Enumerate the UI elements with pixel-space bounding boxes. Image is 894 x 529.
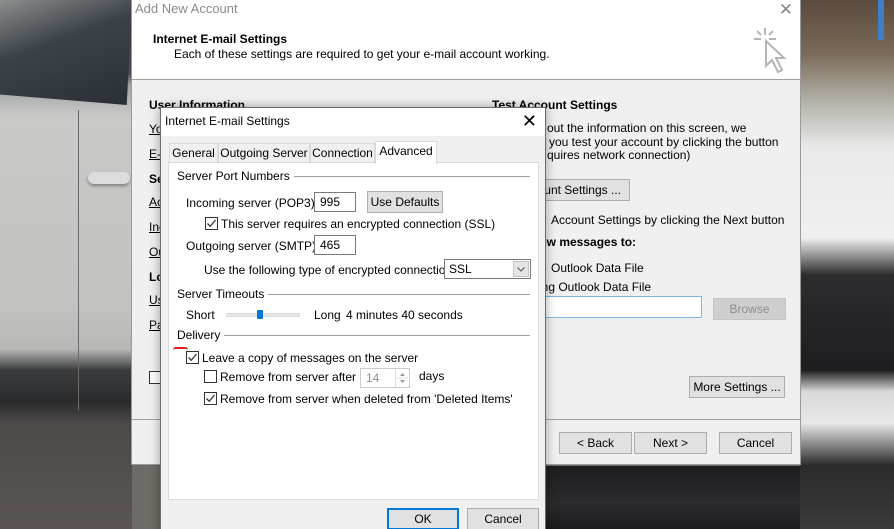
remove-after-days-input[interactable]: 14: [360, 368, 410, 388]
remove-after-checkbox[interactable]: [204, 370, 217, 383]
ssl-required-checkbox[interactable]: [205, 217, 218, 230]
background-photo-left: [0, 0, 132, 529]
encryption-type-value: SSL: [449, 262, 472, 276]
incoming-port-input[interactable]: 995: [314, 192, 356, 212]
spinner-down-icon: [400, 380, 405, 383]
server-port-numbers-label: Server Port Numbers: [177, 169, 294, 183]
dialog-cancel-button[interactable]: Cancel: [467, 508, 539, 529]
timeout-long-label: Long: [314, 308, 341, 322]
leave-copy-label: Leave a copy of messages on the server: [202, 351, 419, 365]
deliver-messages-title: ew messages to:: [540, 235, 637, 249]
ok-button[interactable]: OK: [387, 508, 459, 529]
existing-outlook-data-file-option[interactable]: ing Outlook Data File: [539, 280, 651, 294]
auto-test-label: Account Settings by clicking the Next bu…: [551, 213, 785, 227]
data-file-path-input[interactable]: [532, 296, 702, 318]
test-description-line-1: out the information on this screen, we: [547, 121, 747, 135]
remove-when-deleted-checkbox[interactable]: [204, 392, 217, 405]
timeout-short-label: Short: [186, 308, 215, 322]
encryption-type-label: Use the following type of encrypted conn…: [204, 263, 456, 277]
checkmark-icon: [188, 353, 197, 362]
remove-after-label: Remove from server after: [220, 370, 357, 384]
delivery-label: Delivery: [177, 328, 225, 342]
wizard-titlebar: Add New Account ✕: [132, 0, 800, 22]
wizard-subheading: Each of these settings are required to g…: [174, 47, 550, 61]
encryption-type-select[interactable]: SSL: [444, 259, 531, 279]
tab-advanced[interactable]: Advanced: [375, 141, 437, 164]
internet-email-settings-dialog: Internet E-mail Settings ✕ General Outgo…: [160, 107, 546, 529]
ports-group-divider: [274, 176, 530, 177]
server-timeout-slider-thumb[interactable]: [257, 310, 264, 319]
remove-after-days-value: 14: [366, 371, 380, 385]
wizard-heading: Internet E-mail Settings: [153, 32, 288, 46]
server-timeouts-label: Server Timeouts: [177, 287, 269, 301]
background-photo-bottom: [540, 466, 800, 529]
leave-copy-checkbox[interactable]: [186, 351, 199, 364]
dialog-title: Internet E-mail Settings: [165, 114, 290, 128]
chevron-down-icon[interactable]: [513, 261, 529, 277]
wizard-close-button[interactable]: ✕: [779, 0, 793, 20]
more-settings-button[interactable]: More Settings ...: [689, 376, 785, 398]
back-button[interactable]: < Back: [559, 432, 632, 454]
test-description-line-3: quires network connection): [547, 148, 691, 162]
advanced-tab-panel: Server Port Numbers Incoming server (POP…: [168, 162, 539, 500]
focus-indicator: [173, 347, 188, 350]
checkmark-icon: [207, 219, 216, 228]
outgoing-server-label: Outgoing server (SMTP):: [186, 239, 320, 253]
background-photo-right: [800, 0, 894, 529]
next-button[interactable]: Next >: [634, 432, 707, 454]
days-spinner[interactable]: [395, 369, 409, 387]
outgoing-port-input[interactable]: 465: [314, 235, 356, 255]
tab-connection[interactable]: Connection: [310, 143, 375, 163]
ssl-required-label: This server requires an encrypted connec…: [221, 217, 496, 231]
click-cursor-icon: [754, 28, 787, 74]
delivery-group-divider: [221, 335, 530, 336]
tab-general[interactable]: General: [169, 143, 218, 163]
timeout-value-text: 4 minutes 40 seconds: [346, 308, 463, 322]
spinner-up-icon: [400, 373, 405, 376]
dialog-close-button[interactable]: ✕: [522, 110, 537, 132]
incoming-server-label: Incoming server (POP3):: [186, 196, 319, 210]
checkmark-icon: [206, 394, 215, 403]
tab-outgoing-server[interactable]: Outgoing Server: [218, 143, 310, 163]
wizard-cancel-button[interactable]: Cancel: [719, 432, 792, 454]
days-label: days: [419, 369, 445, 383]
remove-when-deleted-label: Remove from server when deleted from 'De…: [220, 392, 513, 406]
timeouts-group-divider: [257, 294, 530, 295]
wizard-title: Add New Account: [135, 1, 238, 16]
test-description-line-2: you test your account by clicking the bu…: [549, 135, 779, 149]
dialog-titlebar: Internet E-mail Settings ✕: [161, 108, 545, 136]
use-defaults-button[interactable]: Use Defaults: [367, 191, 443, 213]
new-outlook-data-file-option[interactable]: Outlook Data File: [551, 261, 644, 275]
browse-button[interactable]: Browse: [713, 298, 786, 320]
wizard-header: Internet E-mail Settings Each of these s…: [132, 22, 800, 80]
